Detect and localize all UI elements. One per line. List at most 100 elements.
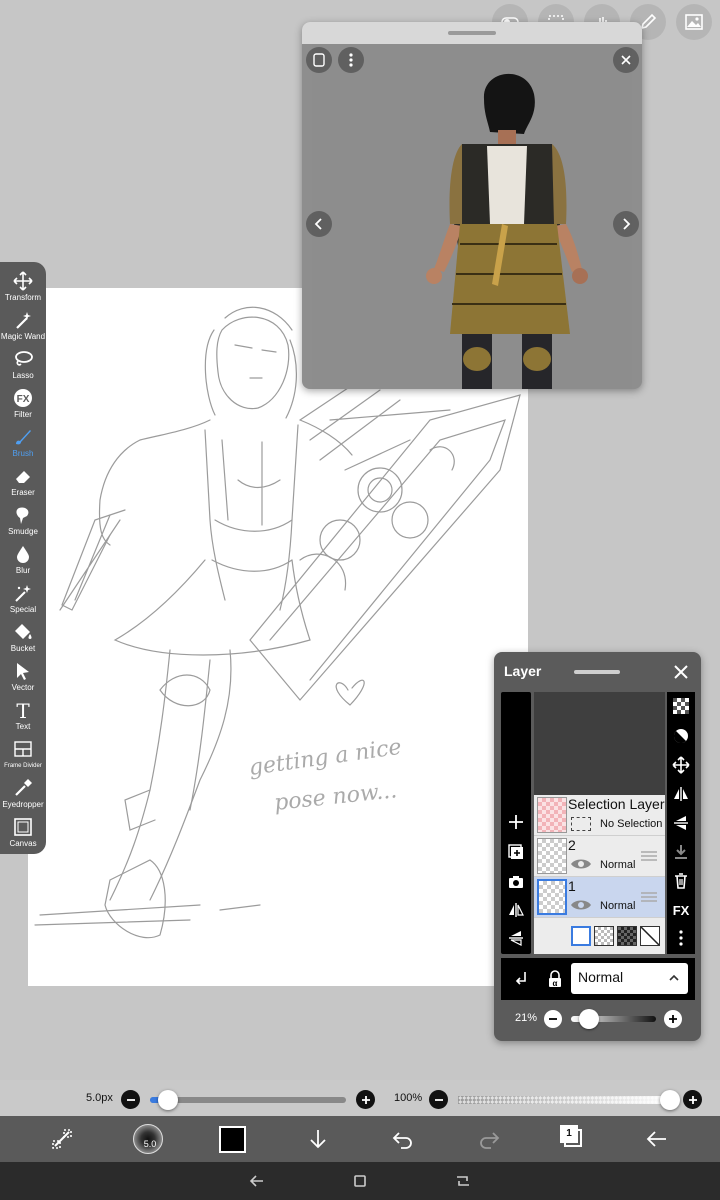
tool-label: Lasso [12, 371, 34, 380]
camera-icon[interactable] [506, 872, 526, 892]
background-dark-tile[interactable] [617, 926, 637, 946]
reference-close-icon[interactable] [613, 47, 639, 73]
selection-dashed-icon [571, 817, 591, 831]
flip-layer-vertical-icon[interactable] [671, 813, 691, 833]
redo-icon[interactable] [474, 1124, 504, 1154]
brush-opacity-knob[interactable] [660, 1090, 680, 1110]
tool-frame-divider[interactable]: Frame Divider [0, 738, 46, 777]
tool-filter[interactable]: FX Filter [0, 387, 46, 426]
drag-handle[interactable] [574, 670, 620, 674]
back-arrow-icon[interactable] [642, 1124, 672, 1154]
drag-grip-icon[interactable] [641, 891, 657, 903]
layer-list-empty-area [534, 692, 665, 795]
layer-background-tiles [534, 918, 665, 954]
selection-status: No Selection [600, 818, 663, 830]
tool-special[interactable]: Special [0, 582, 46, 621]
tool-bar: Transform Magic Wand Lasso FX Filter Bru… [0, 262, 46, 854]
background-transparent-tile[interactable] [594, 926, 614, 946]
tool-smudge[interactable]: Smudge [0, 504, 46, 543]
svg-text:FX: FX [17, 394, 30, 405]
close-icon[interactable] [671, 662, 691, 682]
tool-lasso[interactable]: Lasso [0, 348, 46, 387]
clipping-icon[interactable] [511, 969, 531, 989]
background-none-tile[interactable] [640, 926, 660, 946]
layers-button[interactable]: 1 [560, 1125, 584, 1151]
flip-vertical-icon[interactable] [506, 928, 526, 948]
layer-row-1[interactable]: 1 Normal [534, 877, 665, 918]
tool-text[interactable]: T Text [0, 699, 46, 738]
tool-eyedropper[interactable]: Eyedropper [0, 777, 46, 816]
opacity-increase-button[interactable] [683, 1090, 702, 1109]
smudge-icon [12, 504, 34, 526]
layer-opacity-knob[interactable] [578, 1009, 599, 1029]
mask-circle-icon[interactable] [671, 726, 691, 746]
color-swatch-button[interactable] [219, 1126, 246, 1153]
size-increase-button[interactable] [356, 1090, 375, 1109]
blend-mode-select[interactable]: Normal [571, 963, 688, 994]
undo-icon[interactable] [388, 1124, 418, 1154]
duplicate-layer-icon[interactable] [506, 842, 526, 862]
opacity-decrease-button[interactable] [544, 1010, 562, 1028]
reference-next-icon[interactable] [613, 211, 639, 237]
reference-more-icon[interactable] [338, 47, 364, 73]
nav-recents-icon[interactable] [454, 1172, 472, 1190]
cursor-icon [12, 660, 34, 682]
image-reference-icon[interactable] [676, 4, 712, 40]
tool-label: Smudge [8, 527, 38, 536]
layer-panel-header[interactable]: Layer [494, 652, 701, 692]
tool-label: Vector [11, 683, 35, 692]
flip-horizontal-icon[interactable] [506, 900, 526, 920]
brush-opacity-slider[interactable] [458, 1096, 673, 1104]
brush-preview-button[interactable]: 5.0 [133, 1124, 163, 1154]
opacity-decrease-button[interactable] [429, 1090, 448, 1109]
fx-icon: FX [12, 387, 34, 409]
transparency-icon[interactable] [671, 696, 691, 716]
opacity-increase-button[interactable] [664, 1010, 682, 1028]
layer-row-2[interactable]: 2 Normal [534, 836, 665, 877]
system-nav-bar [0, 1162, 720, 1200]
tool-canvas[interactable]: Canvas [0, 816, 46, 855]
bucket-icon [12, 621, 34, 643]
tool-vector[interactable]: Vector [0, 660, 46, 699]
quick-menu-icon[interactable] [47, 1124, 77, 1154]
reference-prev-icon[interactable] [306, 211, 332, 237]
layer-name: 1 [568, 878, 576, 894]
fx-layer-icon[interactable]: FX [671, 900, 691, 920]
eye-icon[interactable] [570, 857, 592, 871]
tool-transform[interactable]: Transform [0, 270, 46, 309]
drag-handle[interactable] [448, 31, 496, 35]
layer-blend-bar: α Normal [501, 958, 695, 1000]
nav-home-icon[interactable] [351, 1172, 369, 1190]
drag-grip-icon[interactable] [641, 850, 657, 862]
move-layer-icon[interactable] [671, 755, 691, 775]
flip-layer-horizontal-icon[interactable] [671, 784, 691, 804]
layer-panel: Layer Selection Layer No Selection 2 Nor… [494, 652, 701, 1041]
tool-eraser[interactable]: Eraser [0, 465, 46, 504]
merge-down-icon[interactable] [671, 842, 691, 862]
more-options-icon[interactable] [671, 928, 691, 948]
reference-drag-bar[interactable] [302, 22, 642, 44]
layer-blend: Normal [600, 900, 636, 912]
move-arrows-icon [12, 270, 34, 292]
tool-magic-wand[interactable]: Magic Wand [0, 309, 46, 348]
tool-label: Canvas [9, 839, 37, 848]
tool-bucket[interactable]: Bucket [0, 621, 46, 660]
eye-icon[interactable] [570, 898, 592, 912]
layer-thumbnail [537, 838, 567, 874]
tool-brush[interactable]: Brush [0, 426, 46, 465]
nav-back-icon[interactable] [248, 1172, 266, 1190]
reference-window[interactable] [302, 22, 642, 389]
alpha-lock-icon[interactable]: α [545, 969, 565, 989]
size-decrease-button[interactable] [121, 1090, 140, 1109]
tool-label: Brush [12, 449, 34, 458]
background-white-tile[interactable] [571, 926, 591, 946]
add-layer-icon[interactable] [506, 812, 526, 832]
drawing-paper[interactable] [28, 288, 528, 986]
selection-layer-row[interactable]: Selection Layer No Selection [534, 795, 665, 836]
tool-blur[interactable]: Blur [0, 543, 46, 582]
download-arrow-icon[interactable] [303, 1124, 333, 1154]
brush-size-slider[interactable] [150, 1097, 346, 1103]
trash-icon[interactable] [671, 871, 691, 891]
reference-square-button[interactable] [306, 47, 332, 73]
brush-size-knob[interactable] [157, 1090, 178, 1110]
